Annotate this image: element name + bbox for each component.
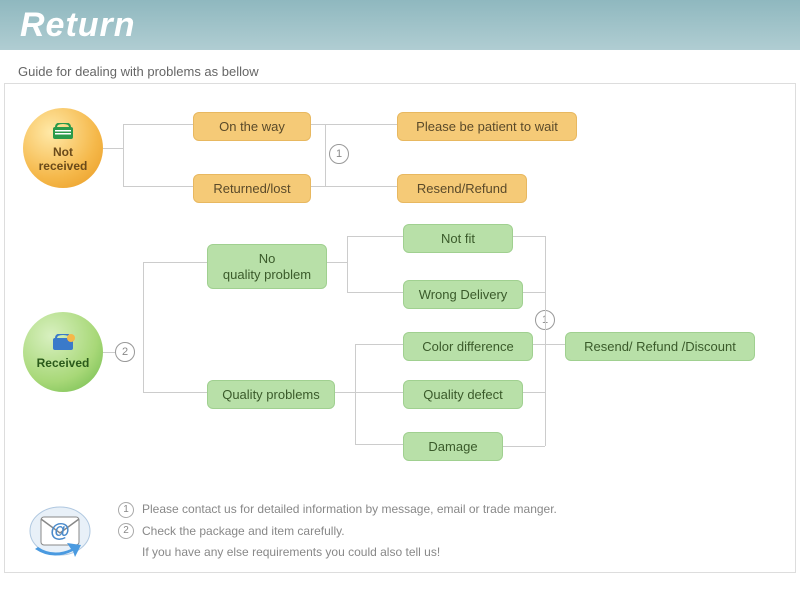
box-label: quality problem xyxy=(223,267,311,283)
connector xyxy=(143,262,207,263)
connector xyxy=(347,236,348,292)
connector xyxy=(335,392,355,393)
connector xyxy=(327,262,347,263)
note-line: Check the package and item carefully. xyxy=(142,521,345,543)
box-label: No xyxy=(259,251,276,267)
box-quality-problems: Quality problems xyxy=(207,380,335,409)
connector xyxy=(103,352,115,353)
guide-intro: Guide for dealing with problems as bello… xyxy=(0,50,800,79)
connector xyxy=(311,124,397,125)
note-num-2: 2 xyxy=(118,523,134,539)
connector xyxy=(143,392,207,393)
connector xyxy=(143,262,144,392)
box-no-quality-problem: No quality problem xyxy=(207,244,327,289)
footer-notes: @ 1 Please contact us for detailed inform… xyxy=(23,499,777,564)
connector xyxy=(123,124,193,125)
box-color-difference: Color difference xyxy=(403,332,533,361)
badge-received: Received xyxy=(23,312,103,392)
connector xyxy=(355,344,356,444)
connector xyxy=(103,148,123,149)
connector xyxy=(347,292,403,293)
connector xyxy=(355,444,403,445)
cart-icon xyxy=(49,334,77,354)
connector xyxy=(123,124,124,186)
connector xyxy=(533,344,565,345)
page-title: Return xyxy=(20,6,136,45)
diagram-area: Not received On the way Returned/lost 1 … xyxy=(4,83,796,573)
badge-label: Not xyxy=(53,145,73,159)
mail-icon: @ xyxy=(23,499,98,564)
connector xyxy=(523,392,545,393)
badge-label: received xyxy=(39,159,88,173)
box-please-wait: Please be patient to wait xyxy=(397,112,577,141)
svg-text:@: @ xyxy=(50,520,70,542)
connector xyxy=(545,236,546,446)
box-on-the-way: On the way xyxy=(193,112,311,141)
connector xyxy=(523,292,545,293)
box-final-outcome: Resend/ Refund /Discount xyxy=(565,332,755,361)
note-marker-1: 1 xyxy=(329,144,349,164)
box-returned-lost: Returned/lost xyxy=(193,174,311,203)
note-line: If you have any else requirements you co… xyxy=(142,542,440,564)
box-quality-defect: Quality defect xyxy=(403,380,523,409)
connector xyxy=(503,446,545,447)
box-wrong-delivery: Wrong Delivery xyxy=(403,280,523,309)
page-header: Return xyxy=(0,0,800,50)
connector xyxy=(123,186,193,187)
note-marker-2: 2 xyxy=(115,342,135,362)
connector xyxy=(355,392,403,393)
connector xyxy=(513,236,545,237)
cart-icon xyxy=(49,123,77,143)
box-damage: Damage xyxy=(403,432,503,461)
note-num-1: 1 xyxy=(118,502,134,518)
connector xyxy=(325,124,326,186)
footer-text: 1 Please contact us for detailed informat… xyxy=(118,499,777,564)
box-not-fit: Not fit xyxy=(403,224,513,253)
badge-not-received: Not received xyxy=(23,108,103,188)
connector xyxy=(355,344,403,345)
note-line: Please contact us for detailed informati… xyxy=(142,499,557,521)
box-resend-refund: Resend/Refund xyxy=(397,174,527,203)
connector xyxy=(311,186,397,187)
badge-label: Received xyxy=(37,356,90,370)
connector xyxy=(347,236,403,237)
